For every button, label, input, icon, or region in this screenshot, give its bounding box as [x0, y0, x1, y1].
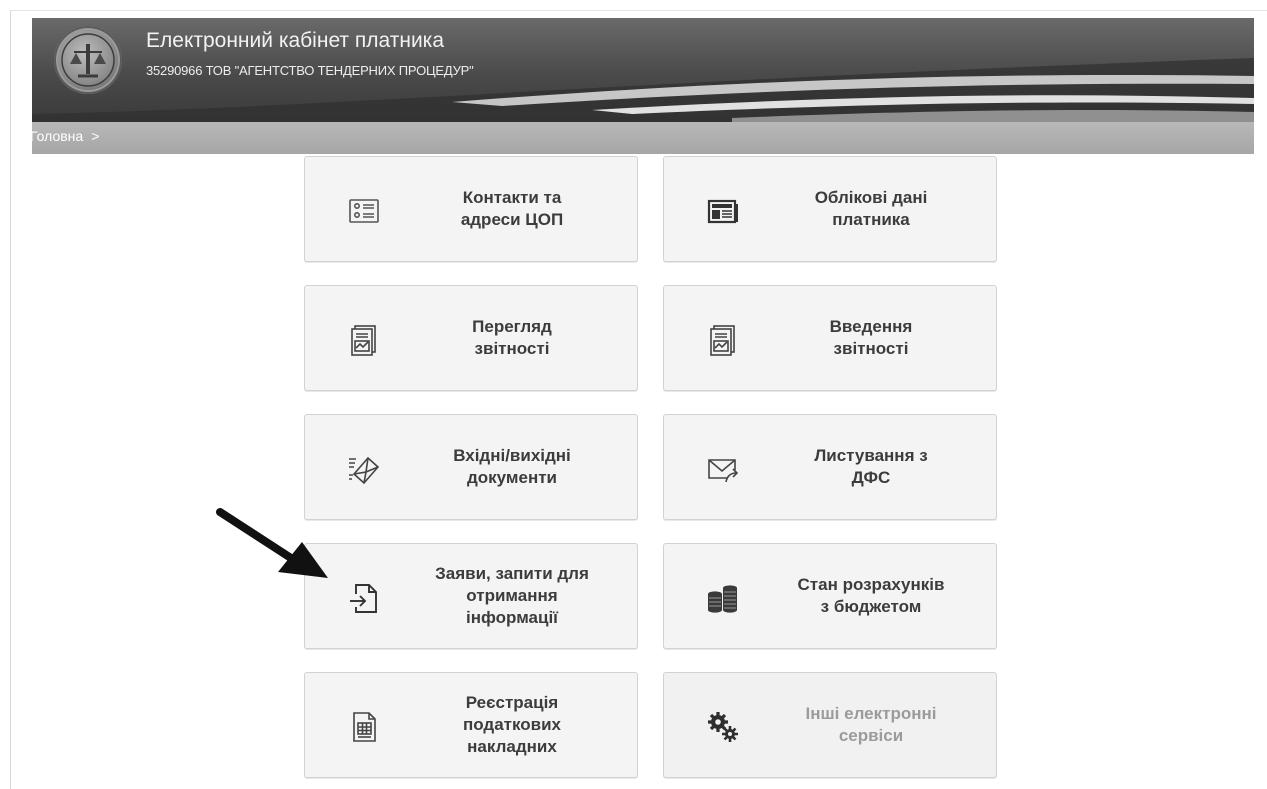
tile-label: Введення звітності [829, 317, 913, 358]
tile-dfs-correspondence[interactable]: Листування з ДФС [663, 414, 997, 520]
tile-label: Перегляд звітності [472, 317, 552, 358]
tile-label: Заяви, запити для отримання інформації [435, 564, 589, 627]
page-top-border [10, 10, 1267, 11]
tile-label: Інші електронні сервіси [805, 704, 937, 745]
page-left-border [10, 10, 11, 789]
tile-label: Вхідні/вихідні документи [453, 446, 571, 487]
breadcrumb-separator: > [91, 128, 100, 144]
file-import-icon [347, 581, 381, 615]
breadcrumb-trail: Головна > [30, 128, 99, 144]
tile-label: Контакти та адреси ЦОП [460, 188, 564, 229]
tile-label: Листування з ДФС [814, 446, 928, 487]
taxpayer-name: 35290966 ТОВ "АГЕНТСТВО ТЕНДЕРНИХ ПРОЦЕД… [146, 63, 474, 78]
header-banner: Електронний кабінет платника 35290966 ТО… [32, 18, 1254, 122]
breadcrumb-home-link[interactable]: Головна [30, 128, 83, 144]
invoice-table-icon [347, 710, 381, 744]
breadcrumb: Головна > [30, 122, 1254, 154]
tile-other-e-services[interactable]: Інші електронні сервіси [663, 672, 997, 778]
pointer-arrow-icon [216, 508, 328, 578]
coins-stack-icon [706, 581, 740, 615]
envelope-send-icon [706, 452, 740, 486]
tile-contacts[interactable]: Контакти та адреси ЦОП [304, 156, 638, 262]
report-chart-icon [706, 323, 740, 357]
tile-incoming-outgoing-docs[interactable]: Вхідні/вихідні документи [304, 414, 638, 520]
tile-label: Реєстрація податкових накладних [462, 693, 562, 756]
tile-label: Облікові дані платника [814, 188, 928, 229]
tile-budget-settlements[interactable]: Стан розрахунків з бюджетом [663, 543, 997, 649]
newspaper-icon [706, 194, 740, 228]
contact-card-icon [347, 194, 381, 228]
tile-tax-invoice-registration[interactable]: Реєстрація податкових накладних [304, 672, 638, 778]
tax-service-emblem-icon [54, 26, 122, 94]
report-chart-icon [347, 323, 381, 357]
tile-enter-reports[interactable]: Введення звітності [663, 285, 997, 391]
tile-requests-for-information[interactable]: Заяви, запити для отримання інформації [304, 543, 638, 649]
tile-view-reports[interactable]: Перегляд звітності [304, 285, 638, 391]
envelope-fast-icon [347, 452, 381, 486]
tile-taxpayer-data[interactable]: Облікові дані платника [663, 156, 997, 262]
tile-label: Стан розрахунків з бюджетом [797, 575, 945, 616]
gears-icon [706, 710, 740, 744]
app-title: Електронний кабінет платника [146, 29, 444, 52]
